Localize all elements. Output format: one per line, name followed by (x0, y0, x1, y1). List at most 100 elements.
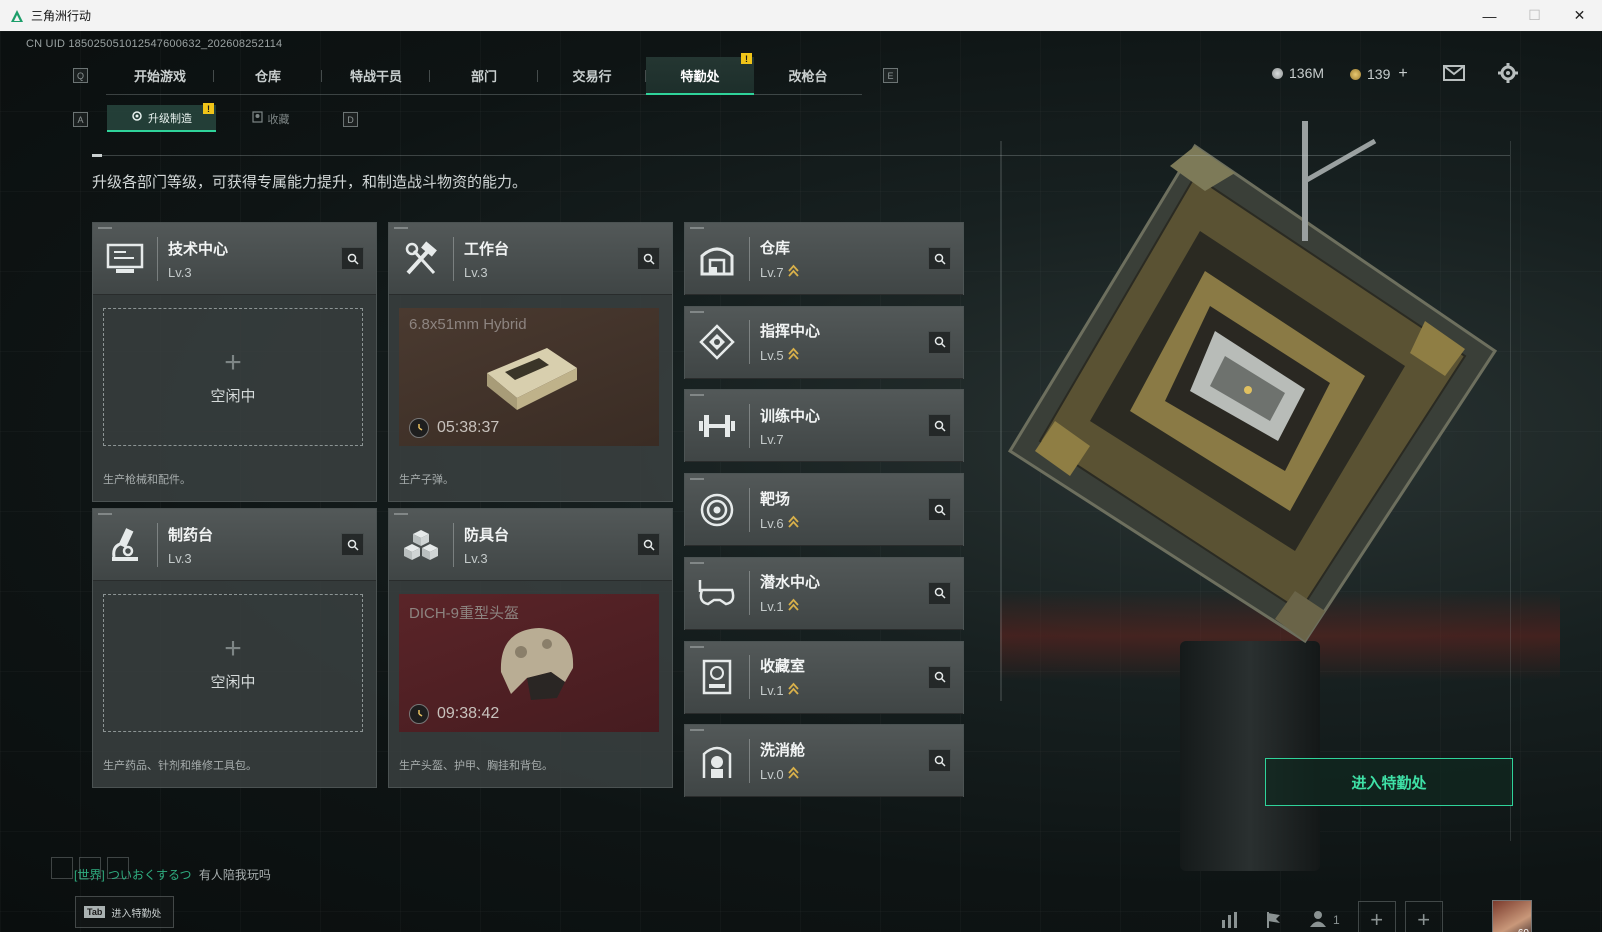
flag-icon[interactable] (1259, 911, 1289, 929)
search-icon[interactable] (637, 533, 660, 556)
card-header: 训练中心 Lv.7 (685, 390, 963, 463)
page-description: 升级各部门等级，可获得专属能力提升，和制造战斗物资的能力。 (92, 174, 528, 191)
production-slot-empty[interactable]: + 空闲中 (103, 594, 363, 732)
slot-status: 空闲中 (210, 673, 256, 691)
department-card-collection[interactable]: 收藏室 Lv.1 (684, 640, 964, 714)
target-icon (685, 474, 749, 546)
card-header: 仓库 Lv.7 (685, 223, 963, 295)
subtab-prev-key[interactable]: A (73, 112, 88, 127)
upgrade-arrow-icon (787, 598, 799, 615)
subtab-next-key[interactable]: D (343, 112, 358, 127)
search-icon[interactable] (928, 414, 951, 438)
department-card-tech-center[interactable]: 技术中心 Lv.3 + 空闲中 生产枪械和配件。 (92, 222, 377, 502)
tab-special-ops[interactable]: 特勤处 ! (646, 53, 754, 95)
production-timer: 09:38:42 (409, 704, 499, 724)
search-icon[interactable] (928, 330, 951, 354)
production-slot-empty[interactable]: + 空闲中 (103, 308, 363, 446)
tab-label: 部门 (470, 69, 497, 84)
minimize-button[interactable]: — (1467, 0, 1512, 31)
bond-balance[interactable]: 139 + (1350, 65, 1408, 83)
tab-operators[interactable]: 特战干员 (322, 57, 430, 95)
search-icon[interactable] (637, 247, 660, 270)
upgrade-arrow-icon (787, 682, 799, 699)
department-name: 制药台 (168, 526, 214, 544)
department-level: Lv.6 (760, 515, 799, 532)
enter-special-ops-button[interactable]: 进入特勤处 (1265, 758, 1513, 806)
friends-button[interactable]: 1 (1309, 910, 1340, 931)
sub-tabs: 升级制造 ! 收藏 (107, 103, 325, 132)
search-icon[interactable] (928, 498, 951, 522)
card-header: 收藏室 Lv.1 (685, 641, 963, 714)
production-slot-busy[interactable]: DICH-9重型头盔 09:38:42 (399, 594, 659, 732)
slot-status: 空闲中 (210, 387, 256, 405)
tab-label: 特战干员 (349, 69, 402, 84)
department-name: 训练中心 (760, 407, 821, 425)
subtab-collection[interactable]: 收藏 (216, 105, 325, 132)
search-icon[interactable] (928, 665, 951, 689)
tab-gunsmith[interactable]: 改枪台 (754, 57, 862, 95)
department-card-warehouse[interactable]: 仓库 Lv.7 (684, 222, 964, 295)
invite-slot-add-icon[interactable]: + (1357, 901, 1396, 932)
ammo-box-image (487, 348, 577, 410)
card-header: 指挥中心 Lv.5 (685, 306, 963, 379)
decontamination-icon (685, 725, 749, 797)
department-name: 收藏室 (760, 658, 806, 675)
tab-warehouse[interactable]: 仓库 (214, 57, 322, 95)
department-card-target[interactable]: 靶场 Lv.6 (684, 473, 964, 547)
department-level: Lv.7 (760, 264, 799, 281)
department-card-dumbbell[interactable]: 训练中心 Lv.7 (684, 389, 964, 463)
department-card-armor-bench[interactable]: 防具台 Lv.3 DICH-9重型头盔 09:38:42 生产头盔、护甲、胸挂和… (388, 508, 673, 788)
department-name: 仓库 (760, 239, 791, 257)
world-chat-message[interactable]: [世界] ついおくするつ 有人陪我玩吗 (74, 866, 271, 883)
settings-gear-icon[interactable] (1497, 63, 1519, 83)
invite-slot-add-icon[interactable]: + (1404, 901, 1443, 932)
search-icon[interactable] (928, 749, 951, 773)
department-level: Lv.1 (760, 598, 820, 615)
add-bonds-button[interactable]: + (1398, 65, 1407, 83)
department-card-workbench[interactable]: 工作台 Lv.3 6.8x51mm Hybrid 05:38:37 生产子弹。 (388, 222, 673, 502)
department-card-pharmacy[interactable]: 制药台 Lv.3 + 空闲中 生产药品、针剂和维修工具包。 (92, 508, 377, 788)
bottom-toolbar: 1 + + (1215, 901, 1443, 932)
card-description: 生产药品、针剂和维修工具包。 (103, 760, 257, 772)
player-level: 60 (1518, 928, 1529, 932)
department-card-diving-mask[interactable]: 潜水中心 Lv.1 (684, 556, 964, 630)
warehouse-icon (685, 223, 749, 295)
computer-icon (93, 223, 157, 295)
cubes-icon (389, 509, 453, 581)
close-button[interactable]: ✕ (1557, 0, 1602, 31)
section-divider-mark (92, 154, 102, 157)
department-card-decontamination[interactable]: 洗消舱 Lv.0 (684, 724, 964, 798)
tab-departments[interactable]: 部门 (430, 57, 538, 95)
department-card-command[interactable]: 指挥中心 Lv.5 (684, 305, 964, 379)
helmet-image (500, 628, 574, 700)
search-icon[interactable] (341, 533, 364, 556)
tab-start-game[interactable]: 开始游戏 (106, 57, 214, 95)
player-avatar[interactable]: 60 (1492, 900, 1532, 932)
chat-username[interactable]: ついおくするつ (108, 868, 192, 882)
maximize-button[interactable]: ☐ (1512, 0, 1557, 31)
stats-chart-icon[interactable] (1215, 911, 1245, 929)
mail-icon[interactable] (1443, 64, 1465, 82)
search-icon[interactable] (341, 247, 364, 270)
nav-next-key[interactable]: E (883, 68, 898, 83)
search-icon[interactable] (928, 581, 951, 605)
nav-prev-key[interactable]: Q (73, 68, 88, 83)
diving-mask-icon (685, 557, 749, 629)
department-level: Lv.3 (464, 264, 488, 280)
add-icon: + (224, 345, 242, 379)
tab-market[interactable]: 交易行 (538, 57, 646, 95)
search-icon[interactable] (928, 247, 951, 270)
microscope-icon (93, 509, 157, 581)
card-header: 技术中心 Lv.3 (93, 223, 376, 295)
card-header: 靶场 Lv.6 (685, 474, 963, 547)
subtab-label: 收藏 (267, 113, 290, 126)
coin-balance[interactable]: 136M (1272, 65, 1324, 81)
quick-slot[interactable] (51, 857, 73, 879)
production-slot-busy[interactable]: 6.8x51mm Hybrid 05:38:37 (399, 308, 659, 446)
tab-key: Tab (84, 906, 106, 918)
dumbbell-icon (685, 390, 749, 462)
window-titlebar: 三角洲行动 — ☐ ✕ (0, 0, 1602, 31)
tab-label: 仓库 (254, 69, 281, 84)
subtab-upgrade-craft[interactable]: 升级制造 ! (107, 103, 216, 132)
tab-hint[interactable]: Tab 进入特勤处 (75, 896, 174, 928)
